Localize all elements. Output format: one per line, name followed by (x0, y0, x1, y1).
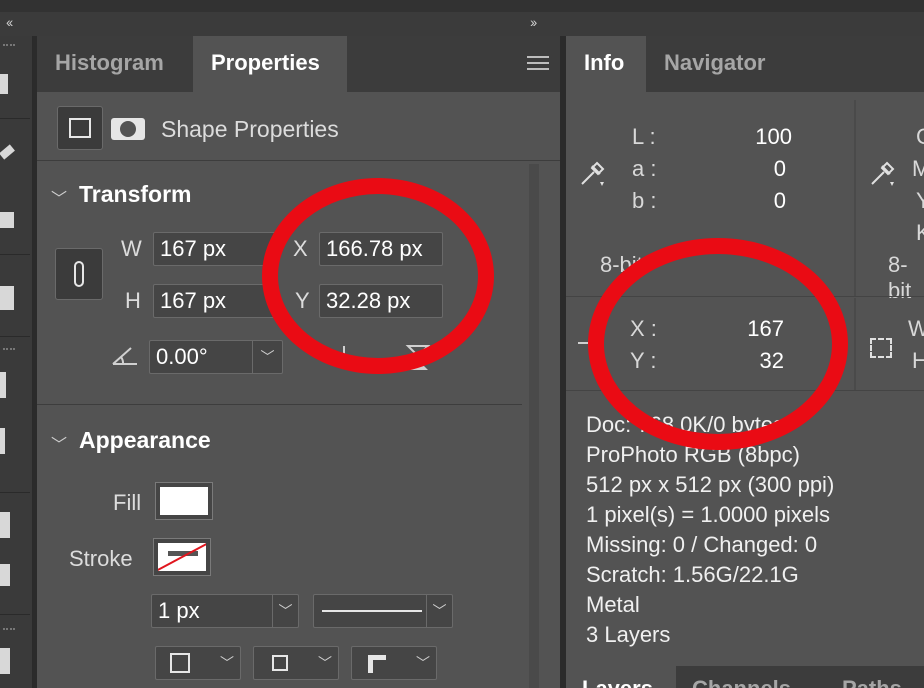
width-label: W (121, 236, 142, 261)
solid-line-icon (322, 610, 422, 612)
path-tool-icon[interactable] (0, 428, 5, 454)
lab-a-label: a : (632, 156, 657, 181)
hamburger-menu-icon[interactable] (527, 56, 549, 70)
lab-l-label: L : (632, 124, 656, 149)
cmyk-y-label: Y (916, 188, 924, 213)
dimensions-status: 512 px x 512 px (300 ppi) (586, 472, 835, 497)
panel-icon-a[interactable] (0, 512, 10, 538)
brush-tool-icon[interactable] (0, 144, 15, 160)
angle-value: 0.00° (156, 344, 208, 369)
properties-scrollbar[interactable] (529, 164, 539, 688)
missing-changed-status: Missing: 0 / Changed: 0 (586, 532, 818, 557)
tab-info[interactable]: Info (566, 36, 646, 92)
width-field[interactable]: 167 px (153, 232, 277, 266)
chevron-down-icon[interactable]: ﹀ (252, 341, 282, 373)
stroke-cap-icon (272, 655, 288, 671)
fill-label: Fill (113, 490, 142, 515)
tab-paths[interactable]: Paths (842, 676, 902, 688)
eraser-tool-icon[interactable] (0, 212, 14, 228)
chevron-down-icon[interactable]: ﹀ (426, 595, 452, 627)
cmyk-k-label: K (916, 220, 924, 245)
stroke-style-dropdown[interactable]: ﹀ (313, 594, 453, 628)
lab-l-value: 100 (755, 124, 792, 149)
selection-size-icon (870, 338, 892, 358)
highlight-circle-xy-info (588, 238, 848, 450)
angle-icon (112, 347, 137, 365)
stroke-align-dropdown[interactable]: ﹀ (155, 646, 241, 680)
layers-status: 3 Layers (586, 622, 671, 647)
properties-tab-bar: Histogram Properties (37, 36, 560, 92)
panel-dock-header: ‹‹ ›› (0, 0, 924, 36)
stroke-width-dropdown[interactable]: 1 px ﹀ (151, 594, 299, 628)
transform-section-title[interactable]: Transform (79, 181, 191, 208)
eyedropper-icon-2[interactable] (868, 156, 898, 188)
move-tool-icon[interactable] (0, 74, 8, 94)
scratch-status: Scratch: 1.56G/22.1G (586, 562, 799, 587)
properties-panel: Histogram Properties Shape Properties ﹀ … (37, 36, 560, 688)
tab-properties[interactable]: Properties (193, 36, 347, 92)
tab-layers[interactable]: Layers (582, 676, 653, 688)
pixel-ratio-status: 1 pixel(s) = 1.0000 pixels (586, 502, 830, 527)
lab-b-value: 0 (773, 188, 786, 213)
stroke-corner-icon (368, 655, 386, 673)
shape-properties-title: Shape Properties (161, 116, 339, 142)
info-tab-bar: Info Navigator (566, 36, 924, 92)
tab-channels[interactable]: Channels (692, 676, 791, 688)
stroke-cap-dropdown[interactable]: ﹀ (253, 646, 339, 680)
layers-tab-bar: Layers Channels Paths (566, 666, 924, 688)
cmyk-c-label: C (916, 124, 924, 149)
tab-navigator[interactable]: Navigator (646, 36, 783, 92)
w-partial-label: W (908, 316, 924, 341)
height-field[interactable]: 167 px (153, 284, 277, 318)
mask-icon[interactable] (111, 118, 145, 140)
chevron-down-icon[interactable]: ﹀ (272, 595, 298, 627)
stroke-label: Stroke (69, 546, 133, 571)
stamp-tool-icon[interactable] (0, 286, 14, 310)
highlight-circle-xy-fields (262, 178, 494, 374)
appearance-section-title[interactable]: Appearance (79, 427, 211, 454)
stroke-width-value: 1 px (158, 598, 200, 623)
lab-b-label: b : (632, 188, 657, 213)
height-label: H (125, 288, 141, 313)
chevron-down-icon[interactable]: ﹀ (410, 647, 436, 679)
stroke-align-icon (170, 653, 190, 673)
lab-a-value: 0 (773, 156, 786, 181)
cmyk-m-label: M (912, 156, 924, 181)
panel-icon-b[interactable] (0, 564, 10, 586)
chevron-down-icon[interactable]: ﹀ (312, 647, 338, 679)
collapse-left-icon[interactable]: ‹‹ (6, 14, 13, 30)
stroke-corner-dropdown[interactable]: ﹀ (351, 646, 437, 680)
gpu-status: Metal (586, 592, 640, 617)
transform-collapse-chevron-icon[interactable]: ﹀ (51, 185, 67, 209)
panel-icon-c[interactable] (0, 648, 10, 674)
fill-color-swatch[interactable] (155, 482, 213, 520)
tab-histogram[interactable]: Histogram (37, 36, 182, 92)
chevron-down-icon[interactable]: ﹀ (214, 647, 240, 679)
text-tool-icon[interactable] (0, 372, 6, 398)
appearance-collapse-chevron-icon[interactable]: ﹀ (51, 431, 67, 455)
stroke-color-swatch[interactable] (153, 538, 211, 576)
link-icon[interactable] (55, 248, 103, 300)
tool-strip-grip[interactable] (3, 44, 15, 49)
shape-bounding-box-icon[interactable] (57, 106, 103, 150)
h-partial-label: H (912, 348, 924, 373)
angle-field[interactable]: 0.00° ﹀ (149, 340, 283, 374)
eyedropper-icon[interactable] (578, 156, 608, 188)
tool-strip (0, 36, 33, 688)
collapse-right-icon[interactable]: ›› (530, 14, 537, 30)
